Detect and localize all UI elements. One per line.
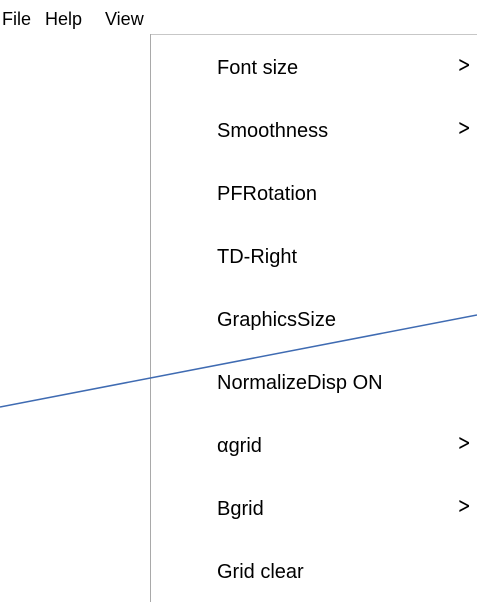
menu-item-label: Bgrid [217,498,264,520]
menu-item-label: PFRotation [217,183,318,205]
chevron-right-icon: > [457,116,471,141]
menu-item-normalize-disp[interactable]: NormalizeDisp ON [151,350,477,413]
view-menu-dropdown: Font size > Smoothness > PFRotation TD-R… [151,35,477,602]
chevron-right-icon: > [457,494,471,519]
menu-item-grid-clear[interactable]: Grid clear [151,539,477,602]
menu-item-label: NormalizeDisp ON [217,372,383,394]
menu-item-label: Font size [217,57,299,79]
chevron-right-icon: > [457,53,471,78]
chevron-right-icon: > [457,431,471,456]
menu-item-font-size[interactable]: Font size > [151,35,477,98]
menu-item-label: GraphicsSize [217,309,336,331]
menu-item-label: αgrid [217,435,262,457]
menu-item-label: Grid clear [217,561,304,583]
menu-item-pfrotation[interactable]: PFRotation [151,161,477,224]
menu-file[interactable]: File [2,8,31,30]
menu-item-label: Smoothness [217,120,329,142]
menu-bar: File Help View [0,0,477,34]
menu-item-td-right[interactable]: TD-Right [151,224,477,287]
menu-help[interactable]: Help [45,8,82,30]
menu-view[interactable]: View [105,8,144,30]
menu-item-smoothness[interactable]: Smoothness > [151,98,477,161]
menu-item-b-grid[interactable]: Bgrid > [151,476,477,539]
menu-item-alpha-grid[interactable]: αgrid > [151,413,477,476]
menu-item-graphics-size[interactable]: GraphicsSize [151,287,477,350]
menu-item-label: TD-Right [217,246,298,268]
